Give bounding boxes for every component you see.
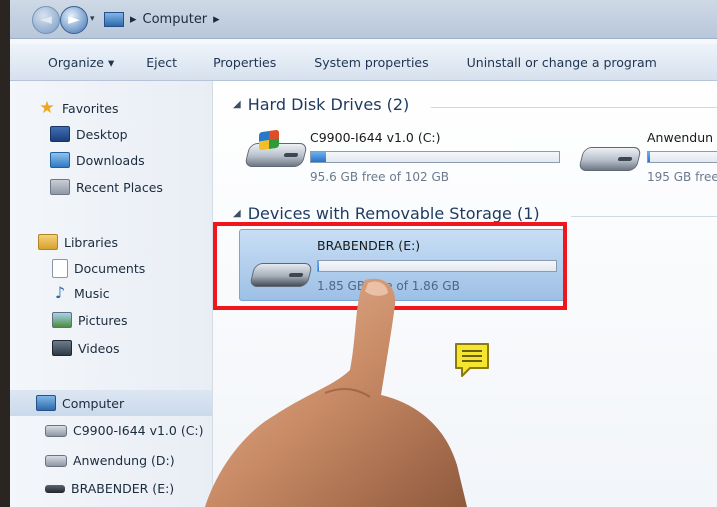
nav-favorites[interactable]: ★ Favorites xyxy=(38,99,118,117)
drive-d-icon xyxy=(45,454,67,467)
desktop-icon xyxy=(50,126,70,142)
nav-desktop-label: Desktop xyxy=(76,126,128,142)
nav-computer-label: Computer xyxy=(62,395,125,411)
videos-icon xyxy=(52,340,72,356)
hard-drive-icon xyxy=(578,147,642,171)
properties-button[interactable]: Properties xyxy=(213,55,276,70)
navigation-pane: ★ Favorites Desktop Downloads Recent Pla… xyxy=(10,81,213,507)
collapse-triangle-icon[interactable]: ◢ xyxy=(233,208,241,219)
downloads-icon xyxy=(50,152,70,168)
highlight-box xyxy=(213,222,567,310)
computer-icon xyxy=(36,395,56,411)
recent-pages-dropdown-icon[interactable]: ▾ xyxy=(90,14,95,24)
nav-drive-c-label: C9900-I644 v1.0 (C:) xyxy=(73,423,204,438)
breadcrumb-chevron-icon[interactable]: ▸ xyxy=(213,12,220,27)
group-divider xyxy=(431,107,717,108)
libraries-icon xyxy=(38,234,58,250)
breadcrumb[interactable]: ▸ Computer ▸ xyxy=(104,8,220,30)
drive-d-usage-bar xyxy=(647,151,717,163)
nav-drive-d-label: Anwendung (D:) xyxy=(73,453,175,468)
group-removable-storage-title: Devices with Removable Storage (1) xyxy=(247,204,540,223)
drive-c-usage-bar xyxy=(310,151,560,163)
drive-c-free-space: 95.6 GB free of 102 GB xyxy=(310,170,449,184)
drive-d-free-space: 195 GB free xyxy=(647,170,717,184)
pictures-icon xyxy=(52,312,72,328)
command-bar: Organize ▾ Eject Properties System prope… xyxy=(10,44,717,81)
nav-favorites-label: Favorites xyxy=(62,100,119,116)
nav-documents[interactable]: Documents xyxy=(52,259,145,278)
breadcrumb-separator-icon: ▸ xyxy=(130,11,137,27)
usb-drive-icon xyxy=(45,484,65,493)
nav-pictures-label: Pictures xyxy=(78,312,128,328)
nav-downloads[interactable]: Downloads xyxy=(50,152,145,168)
breadcrumb-computer[interactable]: Computer xyxy=(143,12,208,27)
nav-pictures[interactable]: Pictures xyxy=(52,312,128,328)
nav-computer[interactable]: Computer xyxy=(10,390,212,416)
drive-c-name: C9900-I644 v1.0 (C:) xyxy=(310,130,441,145)
collapse-triangle-icon[interactable]: ◢ xyxy=(233,99,241,110)
group-hard-disk-drives-title: Hard Disk Drives (2) xyxy=(247,95,410,114)
nav-music-label: Music xyxy=(74,285,110,301)
nav-desktop[interactable]: Desktop xyxy=(50,126,128,142)
star-icon: ★ xyxy=(39,98,55,118)
documents-icon xyxy=(52,259,68,278)
system-properties-button[interactable]: System properties xyxy=(314,55,428,70)
drive-c-icon xyxy=(45,424,67,437)
drive-c-usage-fill xyxy=(311,152,326,162)
organize-button[interactable]: Organize ▾ xyxy=(48,55,114,70)
drive-d-usage-fill xyxy=(648,152,650,162)
windows-logo-icon xyxy=(259,129,279,151)
group-removable-storage[interactable]: ◢ Devices with Removable Storage (1) xyxy=(233,204,540,223)
nav-drive-d[interactable]: Anwendung (D:) xyxy=(45,453,175,468)
eject-button[interactable]: Eject xyxy=(146,55,177,70)
forward-button[interactable]: ► xyxy=(60,6,88,34)
nav-drive-e-label: BRABENDER (E:) xyxy=(71,481,175,496)
nav-videos[interactable]: Videos xyxy=(52,340,120,356)
recent-places-icon xyxy=(50,179,70,195)
nav-videos-label: Videos xyxy=(78,340,120,356)
group-hard-disk-drives[interactable]: ◢ Hard Disk Drives (2) xyxy=(233,95,409,114)
back-button[interactable]: ◄ xyxy=(32,6,60,34)
address-bar-row: ◄ ► ▾ ▸ Computer ▸ xyxy=(10,0,717,39)
nav-downloads-label: Downloads xyxy=(76,152,145,168)
nav-libraries-label: Libraries xyxy=(64,234,118,250)
music-icon: ♪ xyxy=(54,283,66,302)
drive-d-name: Anwendun xyxy=(647,130,714,145)
nav-music[interactable]: ♪ Music xyxy=(52,285,110,301)
computer-icon xyxy=(104,11,124,27)
group-divider xyxy=(571,216,717,217)
nav-drive-c[interactable]: C9900-I644 v1.0 (C:) xyxy=(45,423,204,438)
nav-recent-places-label: Recent Places xyxy=(76,179,163,195)
speech-note-icon[interactable] xyxy=(452,340,492,380)
nav-drive-e[interactable]: BRABENDER (E:) xyxy=(45,481,174,496)
nav-documents-label: Documents xyxy=(74,261,146,276)
uninstall-program-button[interactable]: Uninstall or change a program xyxy=(467,55,657,70)
nav-libraries[interactable]: Libraries xyxy=(38,234,118,250)
nav-recent-places[interactable]: Recent Places xyxy=(50,179,163,195)
